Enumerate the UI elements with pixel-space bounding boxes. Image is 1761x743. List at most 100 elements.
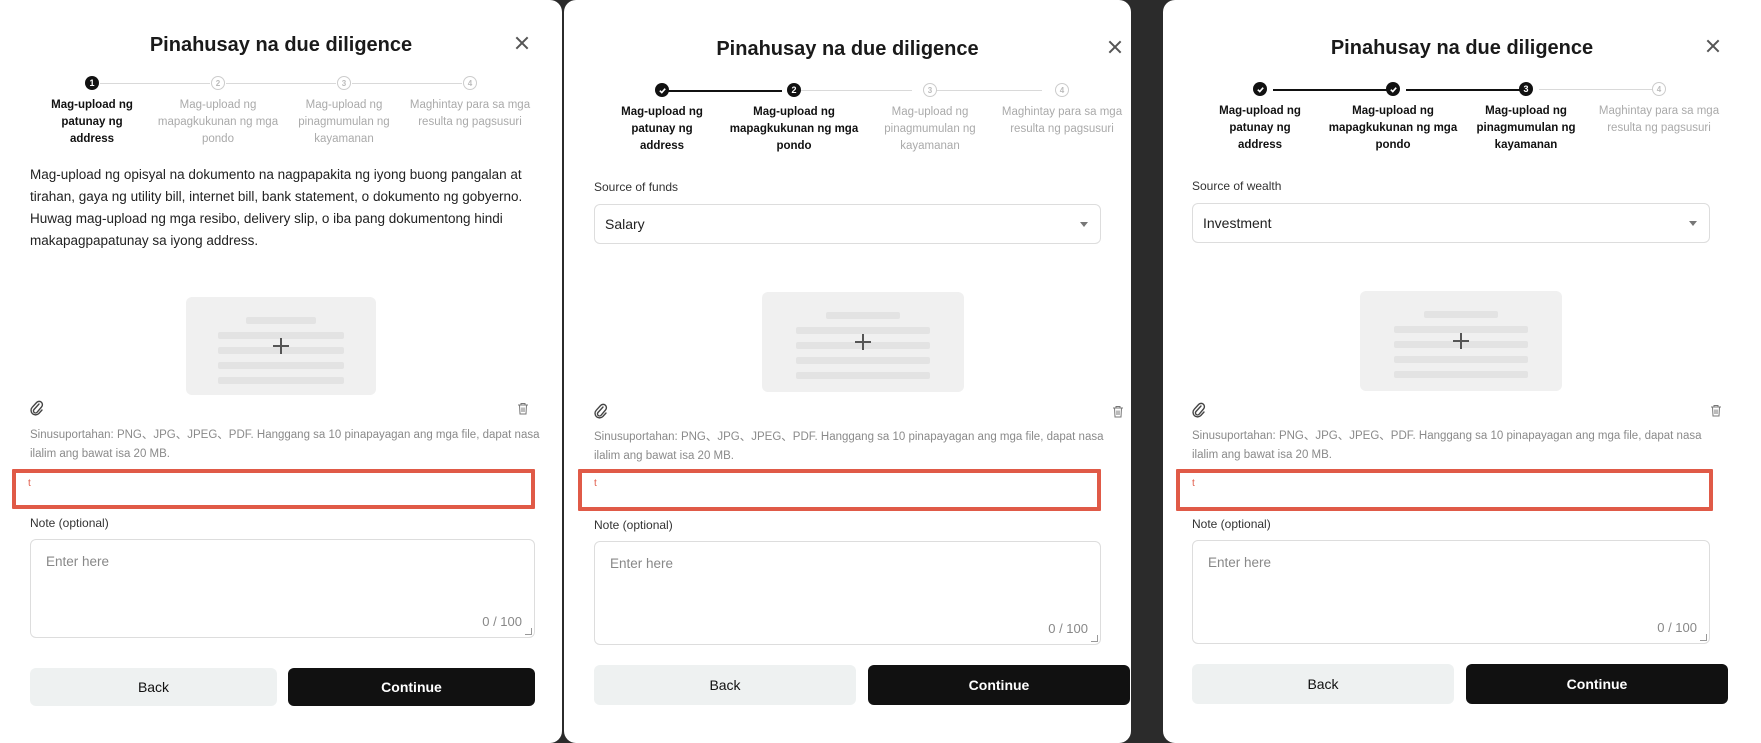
file-requirements-hint: Sinusuportahan: PNG、JPG、JPEG、PDF. Hangga… bbox=[30, 429, 540, 460]
note-label: Note (optional) bbox=[30, 516, 109, 530]
check-icon bbox=[655, 83, 669, 97]
resize-handle[interactable] bbox=[1091, 635, 1098, 642]
step-label: Mag-upload ng mapagkukunan ng mga pondo bbox=[1328, 105, 1458, 151]
step-2: 2 Mag-upload ng mapagkukunan ng mga pond… bbox=[729, 83, 859, 155]
step-3: 3 Mag-upload ng pinagmumulan ng kayamana… bbox=[279, 76, 409, 148]
error-text: t bbox=[594, 478, 597, 489]
placeholder-line bbox=[1394, 326, 1528, 333]
placeholder-line bbox=[1394, 356, 1528, 363]
paperclip-icon[interactable] bbox=[30, 400, 44, 416]
placeholder-line bbox=[796, 357, 930, 364]
step-1: Mag-upload ng patunay ng address bbox=[1195, 82, 1325, 154]
placeholder-line bbox=[1394, 371, 1528, 378]
character-counter: 0 / 100 bbox=[1657, 620, 1697, 635]
step-label: Mag-upload ng patunay ng address bbox=[1219, 105, 1301, 151]
back-button[interactable]: Back bbox=[1192, 664, 1454, 704]
step-label: Mag-upload ng mapagkukunan ng mga pondo bbox=[157, 99, 279, 145]
check-icon bbox=[1386, 82, 1400, 96]
close-icon[interactable] bbox=[1703, 36, 1723, 56]
selected-value: Investment bbox=[1203, 215, 1272, 231]
dialog-source-of-wealth: Pinahusay na due diligence Mag-upload ng… bbox=[1163, 0, 1761, 743]
chevron-down-icon bbox=[1689, 221, 1697, 226]
step-number: 3 bbox=[337, 76, 351, 90]
step-label: Maghintay para sa mga resulta ng pagsusu… bbox=[409, 99, 531, 128]
continue-button[interactable]: Continue bbox=[868, 665, 1130, 705]
step-label: Mag-upload ng pinagmumulan ng kayamanan bbox=[298, 99, 390, 145]
error-text: t bbox=[1192, 478, 1195, 489]
file-requirements-hint: Sinusuportahan: PNG、JPG、JPEG、PDF. Hangga… bbox=[594, 431, 1104, 462]
dialog-title: Pinahusay na due diligence bbox=[1330, 37, 1594, 59]
step-number: 4 bbox=[1055, 83, 1069, 97]
close-icon[interactable] bbox=[1105, 37, 1125, 57]
upload-instructions: Mag-upload ng opisyal na dokumento na na… bbox=[30, 167, 523, 248]
step-number: 2 bbox=[787, 83, 801, 97]
check-icon bbox=[1253, 82, 1267, 96]
placeholder-line bbox=[796, 327, 930, 334]
close-icon[interactable] bbox=[512, 33, 532, 53]
placeholder-line bbox=[218, 362, 344, 369]
step-2: 2 Mag-upload ng mapagkukunan ng mga pond… bbox=[153, 76, 283, 148]
step-2: Mag-upload ng mapagkukunan ng mga pondo bbox=[1328, 82, 1458, 154]
character-counter: 0 / 100 bbox=[1048, 621, 1088, 636]
step-number: 4 bbox=[463, 76, 477, 90]
placeholder-line bbox=[826, 312, 900, 319]
note-textarea[interactable]: Enter here 0 / 100 bbox=[594, 541, 1101, 645]
step-1: 1 Mag-upload ng patunay ng address bbox=[27, 76, 157, 148]
source-of-funds-select[interactable]: Salary bbox=[594, 204, 1101, 244]
source-of-wealth-select[interactable]: Investment bbox=[1192, 203, 1710, 243]
step-label: Mag-upload ng patunay ng address bbox=[621, 106, 703, 152]
resize-handle[interactable] bbox=[525, 628, 532, 635]
step-label: Mag-upload ng pinagmumulan ng kayamanan bbox=[884, 106, 976, 152]
note-label: Note (optional) bbox=[1192, 517, 1271, 531]
continue-button[interactable]: Continue bbox=[1466, 664, 1728, 704]
error-text: t bbox=[28, 478, 31, 489]
step-label: Mag-upload ng patunay ng address bbox=[51, 99, 133, 145]
stepper: Mag-upload ng patunay ng address 2 Mag-u… bbox=[564, 83, 1131, 163]
upload-dropzone[interactable] bbox=[762, 292, 964, 392]
note-placeholder: Enter here bbox=[46, 554, 110, 569]
dialog-title: Pinahusay na due diligence bbox=[149, 34, 413, 56]
trash-icon[interactable] bbox=[517, 402, 529, 415]
note-textarea[interactable]: Enter here 0 / 100 bbox=[1192, 540, 1710, 644]
stepper: 1 Mag-upload ng patunay ng address 2 Mag… bbox=[0, 76, 562, 156]
paperclip-icon[interactable] bbox=[1192, 402, 1206, 418]
note-placeholder: Enter here bbox=[610, 556, 674, 571]
plus-icon bbox=[273, 338, 289, 354]
error-message-box: t bbox=[578, 469, 1101, 511]
character-counter: 0 / 100 bbox=[482, 614, 522, 629]
placeholder-line bbox=[246, 317, 316, 324]
step-4: 4 Maghintay para sa mga resulta ng pagsu… bbox=[405, 76, 535, 131]
step-number: 1 bbox=[85, 76, 99, 90]
step-4: 4 Maghintay para sa mga resulta ng pagsu… bbox=[1594, 82, 1724, 137]
placeholder-line bbox=[218, 377, 344, 384]
error-message-box: t bbox=[1176, 469, 1713, 511]
trash-icon[interactable] bbox=[1112, 405, 1124, 418]
resize-handle[interactable] bbox=[1700, 634, 1707, 641]
upload-dropzone[interactable] bbox=[1360, 291, 1562, 391]
step-label: Mag-upload ng mapagkukunan ng mga pondo bbox=[729, 106, 859, 152]
source-of-funds-label: Source of funds bbox=[594, 180, 679, 194]
step-label: Maghintay para sa mga resulta ng pagsusu… bbox=[1001, 106, 1123, 135]
back-button[interactable]: Back bbox=[594, 665, 856, 705]
step-3: 3 Mag-upload ng pinagmumulan ng kayamana… bbox=[1461, 82, 1591, 154]
placeholder-line bbox=[1424, 311, 1498, 318]
dialog-source-of-funds: Pinahusay na due diligence Mag-upload ng… bbox=[564, 0, 1131, 743]
paperclip-icon[interactable] bbox=[594, 403, 608, 419]
trash-icon[interactable] bbox=[1710, 404, 1722, 417]
step-number: 3 bbox=[1519, 82, 1533, 96]
step-label: Mag-upload ng pinagmumulan ng kayamanan bbox=[1476, 105, 1576, 151]
note-textarea[interactable]: Enter here 0 / 100 bbox=[30, 539, 535, 638]
file-requirements-hint: Sinusuportahan: PNG、JPG、JPEG、PDF. Hangga… bbox=[1192, 430, 1702, 461]
step-number: 4 bbox=[1652, 82, 1666, 96]
selected-value: Salary bbox=[605, 216, 645, 232]
stepper: Mag-upload ng patunay ng address Mag-upl… bbox=[1163, 82, 1761, 162]
back-button[interactable]: Back bbox=[30, 668, 277, 706]
placeholder-line bbox=[796, 372, 930, 379]
chevron-down-icon bbox=[1080, 222, 1088, 227]
continue-button[interactable]: Continue bbox=[288, 668, 535, 706]
error-message-box: t bbox=[12, 469, 535, 509]
dialog-proof-of-address: Pinahusay na due diligence 1 Mag-upload … bbox=[0, 0, 562, 743]
upload-dropzone[interactable] bbox=[186, 297, 376, 395]
step-3: 3 Mag-upload ng pinagmumulan ng kayamana… bbox=[865, 83, 995, 155]
dialog-title: Pinahusay na due diligence bbox=[716, 38, 979, 60]
